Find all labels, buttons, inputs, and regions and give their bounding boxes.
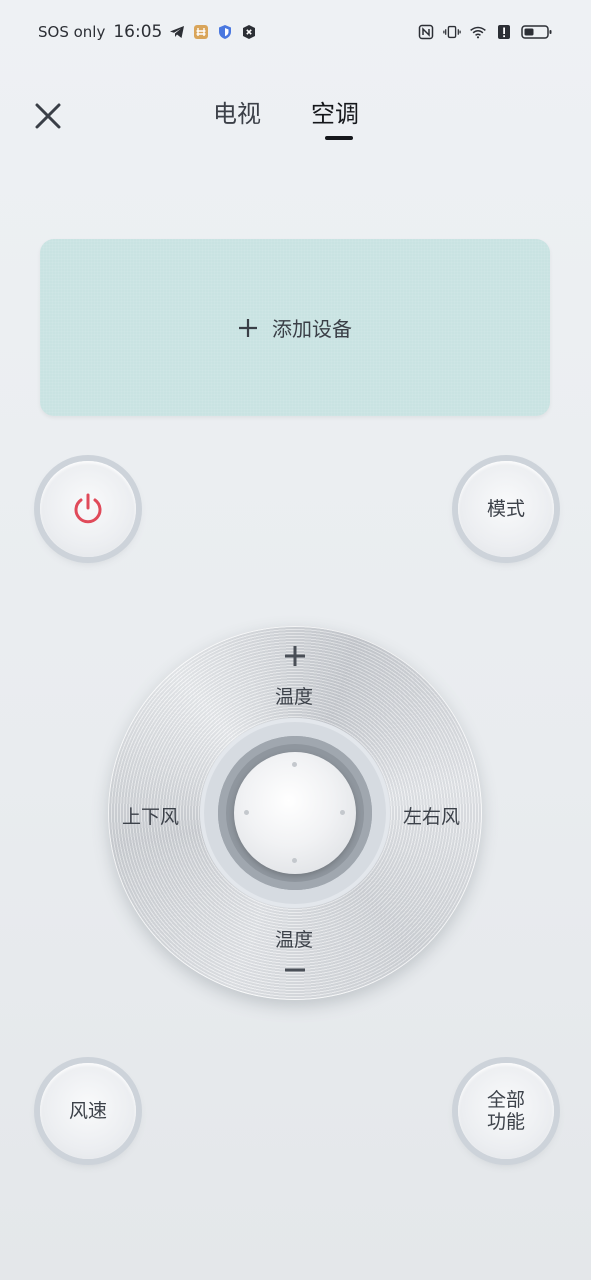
temperature-down-minus-icon[interactable]: [283, 958, 307, 982]
mode-label: 模式: [486, 498, 525, 520]
add-device-label: 添加设备: [272, 317, 352, 341]
carrier-text: SOS only: [38, 23, 106, 41]
temperature-up-plus-icon[interactable]: [283, 644, 307, 668]
app-notification-icon: [192, 23, 210, 41]
status-right: [417, 23, 553, 41]
telegram-icon: [168, 23, 186, 41]
temperature-up-button[interactable]: 温度: [275, 682, 313, 709]
vibrate-icon: [443, 23, 461, 41]
active-tab-indicator: [325, 136, 353, 140]
fan-speed-button[interactable]: 风速: [40, 1063, 136, 1159]
add-device-button[interactable]: 添加设备: [40, 239, 550, 416]
alert-icon: [495, 23, 513, 41]
close-button[interactable]: [30, 98, 66, 134]
dial-center-button[interactable]: [234, 752, 356, 874]
all-functions-label-line2: 功能: [486, 1111, 525, 1133]
temperature-down-button[interactable]: 温度: [275, 925, 313, 952]
status-bar: SOS only 16:05: [0, 0, 591, 64]
battery-icon: [521, 23, 553, 41]
plus-icon: [238, 318, 258, 338]
wifi-icon: [469, 23, 487, 41]
clock: 16:05: [113, 22, 163, 42]
shield-icon: [216, 23, 234, 41]
dial-dot-bottom: [292, 858, 297, 863]
control-dial: 温度 上下风 左右风 温度: [108, 626, 482, 1000]
dial-dot-right: [340, 810, 345, 815]
horizontal-swing-button[interactable]: 左右风: [403, 802, 460, 829]
power-icon: [74, 493, 102, 524]
nfc-icon: [417, 23, 435, 41]
dial-dot-left: [244, 810, 249, 815]
dial-dot-top: [292, 762, 297, 767]
all-functions-label-line1: 全部: [486, 1089, 525, 1111]
close-icon: [35, 103, 61, 129]
power-button[interactable]: [40, 461, 136, 557]
all-functions-button[interactable]: 全部 功能: [458, 1063, 554, 1159]
tab-air-conditioner[interactable]: 空调: [311, 94, 359, 129]
mode-button[interactable]: 模式: [458, 461, 554, 557]
vertical-swing-button[interactable]: 上下风: [122, 802, 179, 829]
status-left: SOS only 16:05: [38, 22, 258, 42]
top-bar: 电视 空调: [0, 80, 591, 152]
fan-speed-label: 风速: [68, 1100, 107, 1122]
security-badge-icon: [240, 23, 258, 41]
tab-tv[interactable]: 电视: [213, 94, 261, 129]
